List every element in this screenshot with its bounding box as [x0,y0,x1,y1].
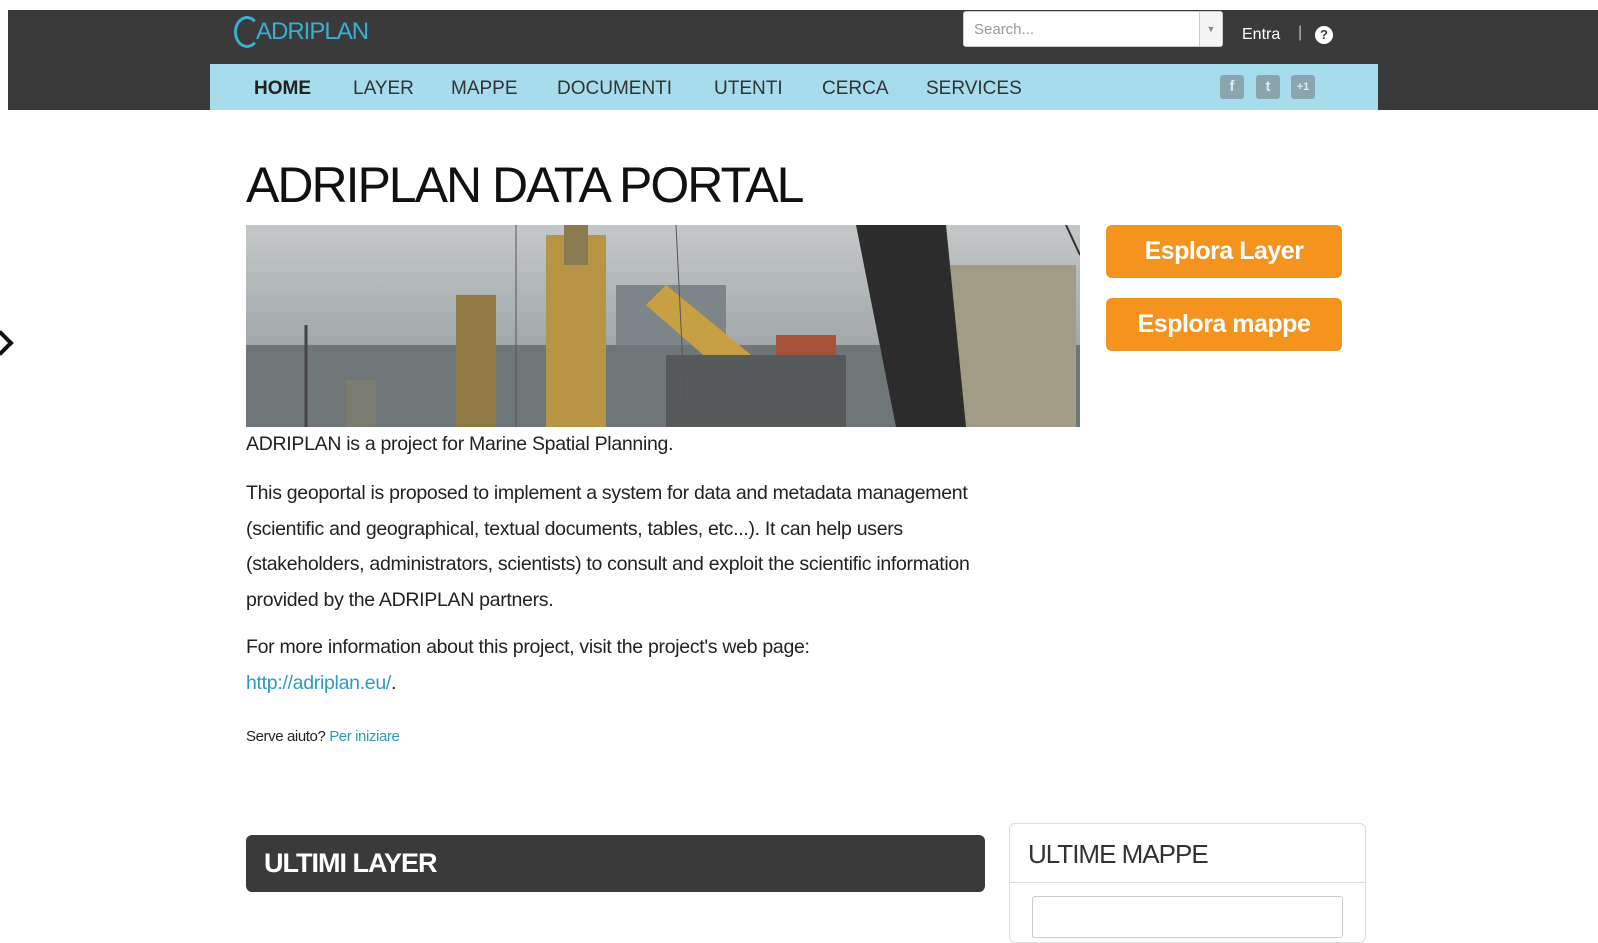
search-box[interactable]: ▼ [963,11,1223,47]
link-suffix: . [391,671,397,694]
login-link[interactable]: Entra [1242,26,1280,44]
nav-item-home[interactable]: HOME [254,78,311,100]
project-link[interactable]: http://adriplan.eu/ [246,672,391,694]
nav-item-documenti[interactable]: DOCUMENTI [557,78,672,100]
nav-item-services[interactable]: SERVICES [926,78,1022,100]
explore-maps-button[interactable]: Esplora mappe [1106,298,1342,351]
intro-text: ADRIPLAN is a project for Marine Spatial… [246,433,674,455]
facebook-icon[interactable]: f [1220,75,1244,99]
latest-maps-title: ULTIME MAPPE [1028,839,1209,869]
chevron-right-icon[interactable] [0,330,14,356]
ship-deck-photo [246,225,1080,427]
more-info-paragraph: For more information about this project,… [246,630,986,701]
twitter-icon[interactable]: t [1256,75,1280,99]
hero-image [246,225,1080,427]
logo-text: ADRIPLAN [256,18,369,45]
header-separator: | [1298,24,1303,41]
page-title: ADRIPLAN DATA PORTAL [246,157,804,213]
more-info-text: For more information about this project,… [246,636,810,658]
search-dropdown-toggle[interactable]: ▼ [1199,12,1222,46]
nav-item-cerca[interactable]: CERCA [822,78,889,100]
getting-started-link[interactable]: Per iniziare [329,728,400,745]
nav-item-utenti[interactable]: UTENTI [714,78,783,100]
main-navigation: HOME LAYER MAPPE DOCUMENTI UTENTI CERCA … [210,64,1378,110]
description-paragraph: This geoportal is proposed to implement … [246,482,970,611]
help-icon[interactable]: ? [1315,26,1333,44]
google-plus-icon[interactable]: +1 [1291,75,1315,99]
panel-divider [1010,882,1365,883]
nav-item-layer[interactable]: LAYER [353,78,414,100]
latest-maps-panel: ULTIME MAPPE [1009,823,1366,943]
search-input[interactable] [964,12,1199,46]
map-thumbnail[interactable] [1032,896,1343,938]
latest-layers-panel-header: ULTIMI LAYER [246,835,985,892]
help-question: Serve aiuto? [246,728,326,745]
explore-layers-button[interactable]: Esplora Layer [1106,225,1342,278]
help-line: Serve aiuto? Per iniziare [246,728,400,745]
site-logo[interactable]: ADRIPLAN [234,16,369,48]
nav-item-mappe[interactable]: MAPPE [451,78,518,100]
